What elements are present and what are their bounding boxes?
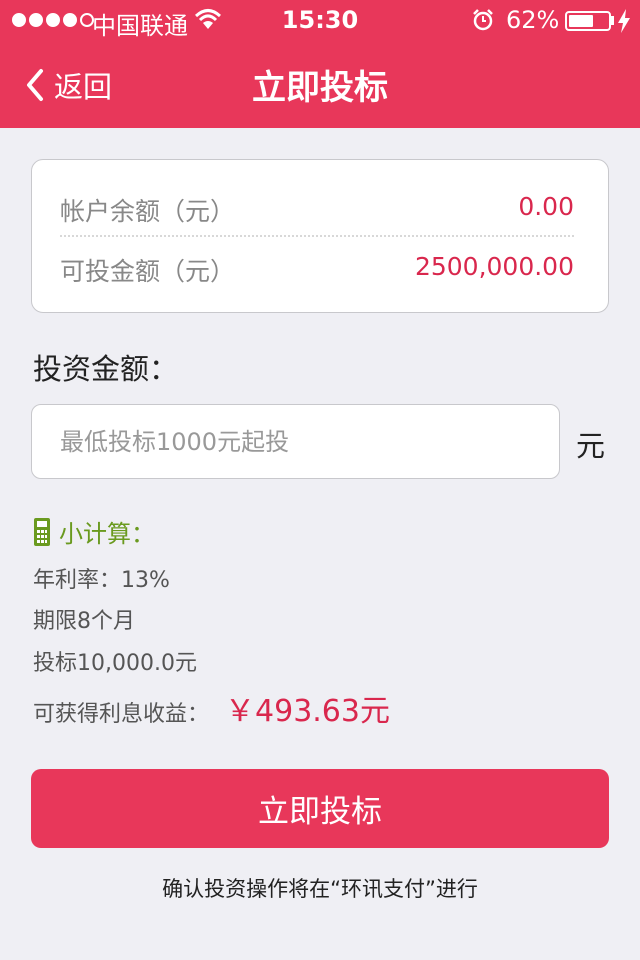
status-bar: 中国联通 15:30 62% [0, 0, 640, 40]
investment-amount-label: 投资金额： [33, 352, 179, 386]
term-text: 期限8个月 [33, 609, 135, 634]
header: 中国联通 15:30 62% 返回 立即投标 [0, 0, 640, 128]
interest-income-label: 可获得利息收益： [33, 702, 210, 727]
account-balance-label: 帐户余额（元） [60, 197, 236, 226]
annual-rate-text: 年利率：13% [33, 568, 170, 593]
amount-unit: 元 [576, 429, 606, 463]
navigation-bar: 返回 立即投标 [0, 40, 640, 128]
interest-income-row: 可获得利息收益： ￥493.63元 [33, 686, 390, 730]
battery-icon [565, 11, 611, 31]
charging-bolt-icon [618, 9, 630, 33]
interest-income-value: ￥493.63元 [225, 694, 390, 729]
investable-amount-row: 可投金额（元） 2500,000.00 [60, 252, 574, 288]
battery-percent: 62% [506, 6, 560, 34]
balance-card: 帐户余额（元） 0.00 可投金额（元） 2500,000.00 [31, 159, 609, 313]
submit-bid-button[interactable]: 立即投标 [31, 769, 609, 848]
investable-amount-value: 2500,000.00 [414, 252, 574, 281]
alarm-clock-icon [473, 9, 493, 31]
payment-notice: 确认投资操作将在“环讯支付”进行 [162, 877, 478, 901]
account-balance-row: 帐户余额（元） 0.00 [60, 192, 574, 228]
battery-tip [611, 16, 614, 25]
page-title: 立即投标 [252, 68, 388, 108]
account-balance-value: 0.00 [518, 192, 574, 221]
bid-amount-text: 投标10,000.0元 [33, 651, 197, 676]
calculator-icon [34, 517, 50, 546]
calculator-title-text: 小计算： [59, 520, 155, 548]
investment-amount-input[interactable] [31, 404, 560, 479]
battery-fill [569, 15, 593, 27]
divider [60, 235, 574, 237]
calculator-section-title: 小计算： [33, 514, 155, 549]
investable-amount-label: 可投金额（元） [60, 257, 236, 286]
